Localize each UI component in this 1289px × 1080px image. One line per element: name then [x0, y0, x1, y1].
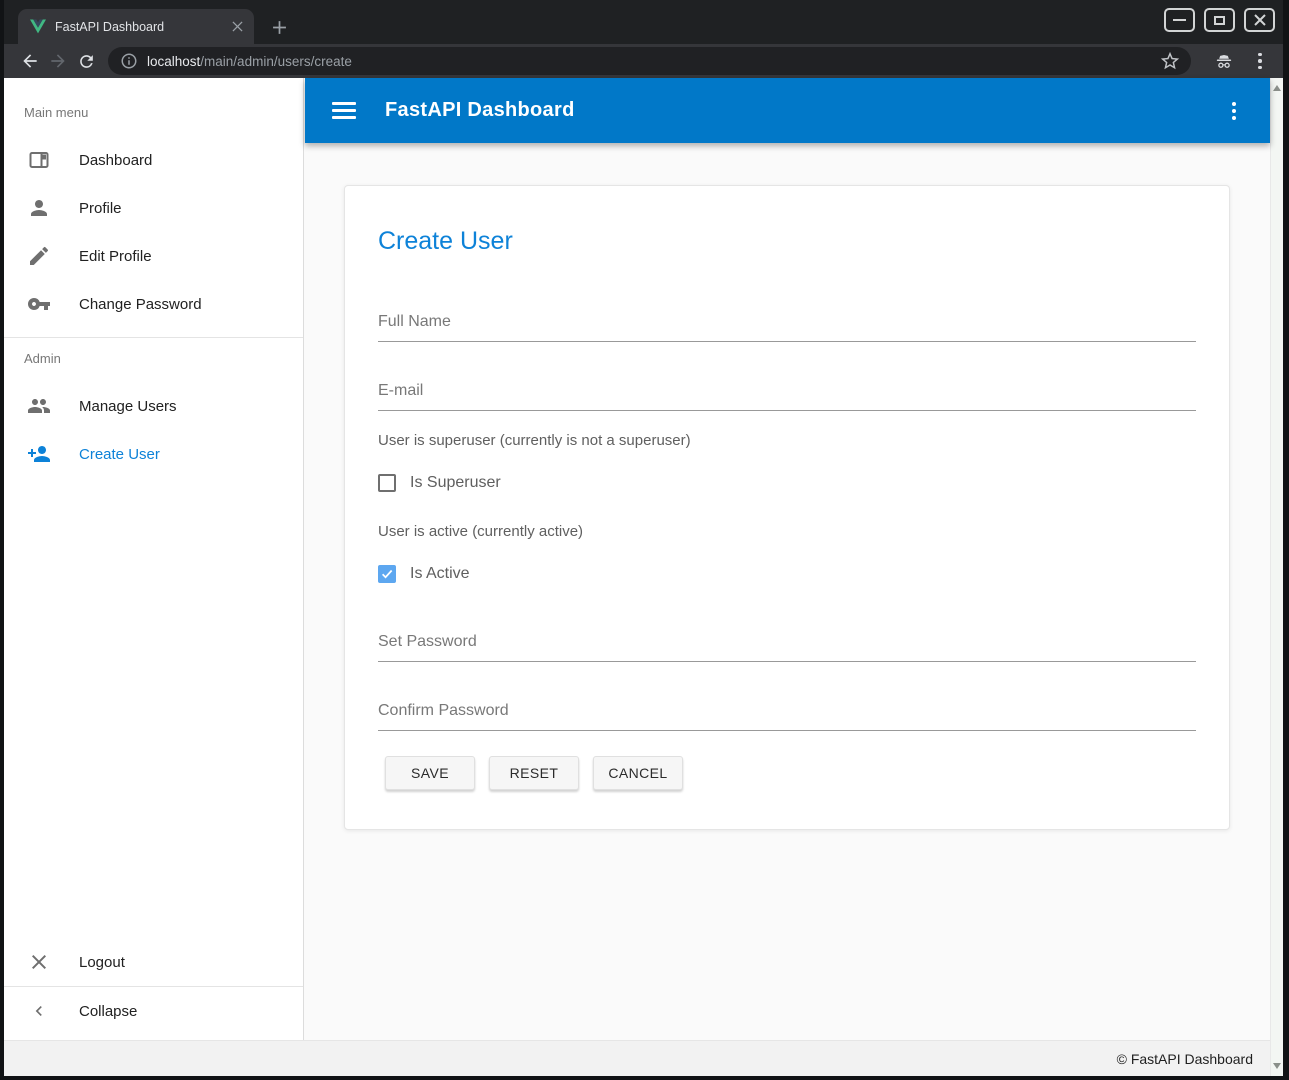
sidebar-bottom: Logout Collapse [4, 938, 303, 1035]
form-buttons: SAVE RESET CANCEL [385, 756, 1196, 790]
url-host: localhost [147, 54, 200, 69]
sidebar-main-group: Dashboard Profile Edit Profile Change Pa… [4, 136, 303, 328]
close-x-icon [27, 950, 51, 974]
sidebar-item-change-password[interactable]: Change Password [4, 280, 303, 328]
set-password-input[interactable] [378, 633, 1196, 662]
copyright-text: © FastAPI Dashboard [1117, 1051, 1253, 1067]
close-button[interactable] [1244, 8, 1275, 32]
scroll-up-icon[interactable] [1273, 85, 1281, 91]
full-name-input[interactable] [378, 313, 1196, 342]
url-path: /main/admin/users/create [200, 54, 352, 69]
email-field [378, 382, 1196, 411]
vue-logo-icon [30, 19, 46, 34]
content-area: Create User User is superuser (currently… [305, 143, 1270, 1040]
is-superuser-checkbox[interactable] [378, 474, 396, 492]
chevron-left-icon [29, 1001, 49, 1021]
incognito-icon [1211, 48, 1237, 74]
sidebar-section-main-menu: Main menu [24, 105, 303, 120]
app-bar-menu-icon[interactable] [1232, 102, 1236, 120]
minimize-button[interactable] [1164, 8, 1195, 32]
save-button[interactable]: SAVE [385, 756, 475, 790]
sidebar-item-label: Dashboard [79, 152, 152, 169]
sidebar-section-admin: Admin [24, 351, 303, 366]
sidebar-item-logout[interactable]: Logout [4, 938, 303, 986]
forward-icon[interactable] [44, 47, 72, 75]
browser-toolbar: localhost/main/admin/users/create [4, 44, 1283, 78]
tab-close-icon[interactable] [229, 18, 246, 35]
active-checkbox-row: Is Active [378, 565, 1196, 583]
create-user-card: Create User User is superuser (currently… [344, 185, 1230, 830]
person-add-icon [27, 442, 51, 466]
url-text: localhost/main/admin/users/create [147, 54, 1159, 69]
reload-icon[interactable] [72, 47, 100, 75]
hamburger-menu-icon[interactable] [332, 102, 356, 119]
site-info-icon[interactable] [120, 52, 138, 70]
sidebar-item-dashboard[interactable]: Dashboard [4, 136, 303, 184]
key-icon [27, 292, 51, 316]
page-scrollbar[interactable] [1270, 78, 1283, 1076]
people-icon [27, 394, 51, 418]
is-superuser-label: Is Superuser [410, 474, 501, 492]
sidebar-item-label: Profile [79, 200, 122, 217]
browser-menu-icon[interactable] [1247, 48, 1273, 74]
dashboard-icon [27, 148, 51, 172]
back-icon[interactable] [16, 47, 44, 75]
address-bar[interactable]: localhost/main/admin/users/create [108, 47, 1191, 75]
active-hint: User is active (currently active) [378, 523, 1196, 540]
sidebar-item-label: Logout [79, 954, 125, 971]
sidebar-item-label: Change Password [79, 296, 202, 313]
app-bar-title: FastAPI Dashboard [385, 99, 575, 122]
sidebar-divider [4, 337, 303, 338]
confirm-password-input[interactable] [378, 702, 1196, 731]
set-password-field [378, 633, 1196, 662]
pencil-icon [27, 244, 51, 268]
full-name-field [378, 313, 1196, 342]
is-active-label: Is Active [410, 565, 470, 583]
cancel-button[interactable]: CANCEL [593, 756, 683, 790]
bookmark-star-icon[interactable] [1159, 50, 1181, 72]
browser-tab-bar: FastAPI Dashboard [4, 0, 1283, 44]
sidebar-item-create-user[interactable]: Create User [4, 430, 303, 478]
superuser-checkbox-row: Is Superuser [378, 474, 1196, 492]
sidebar-item-label: Collapse [79, 1003, 137, 1020]
maximize-button[interactable] [1204, 8, 1235, 32]
sidebar-item-label: Manage Users [79, 398, 177, 415]
app-bar: FastAPI Dashboard [305, 78, 1270, 143]
person-icon [27, 196, 51, 220]
reset-button[interactable]: RESET [489, 756, 579, 790]
web-page: Main menu Dashboard Profile Edit Profile [4, 78, 1283, 1076]
sidebar-item-label: Create User [79, 446, 160, 463]
superuser-hint: User is superuser (currently is not a su… [378, 432, 1196, 449]
confirm-password-field [378, 702, 1196, 731]
sidebar-item-profile[interactable]: Profile [4, 184, 303, 232]
is-active-checkbox[interactable] [378, 565, 396, 583]
sidebar-item-collapse[interactable]: Collapse [4, 987, 303, 1035]
sidebar-item-edit-profile[interactable]: Edit Profile [4, 232, 303, 280]
page-footer: © FastAPI Dashboard [4, 1040, 1270, 1076]
new-tab-icon[interactable] [266, 14, 292, 40]
page-title: Create User [378, 227, 1196, 256]
sidebar-item-label: Edit Profile [79, 248, 152, 265]
window-controls [1164, 8, 1275, 32]
tab-title: FastAPI Dashboard [55, 20, 229, 34]
sidebar-item-manage-users[interactable]: Manage Users [4, 382, 303, 430]
sidebar: Main menu Dashboard Profile Edit Profile [4, 78, 304, 1040]
browser-tab[interactable]: FastAPI Dashboard [18, 9, 254, 44]
scroll-down-icon[interactable] [1273, 1063, 1281, 1069]
main-area: FastAPI Dashboard Create User User is su… [305, 78, 1270, 1040]
sidebar-admin-group: Manage Users Create User [4, 382, 303, 478]
browser-window: FastAPI Dashboard localhost/m [0, 0, 1289, 1080]
email-input[interactable] [378, 382, 1196, 411]
